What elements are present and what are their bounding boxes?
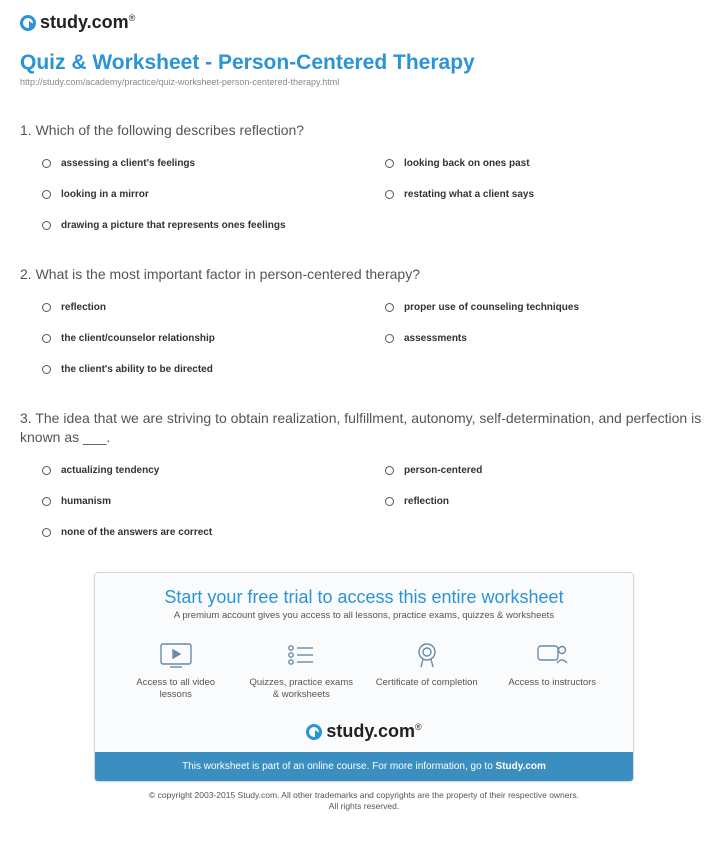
q2-option-b[interactable]: proper use of counseling techniques [385, 302, 708, 313]
question-1: 1. Which of the following describes refl… [20, 121, 708, 231]
cta-feature-certificate: Certificate of completion [372, 641, 482, 702]
cta-feature-text: Quizzes, practice exams & worksheets [246, 677, 356, 702]
logo-text: study.com® [40, 12, 135, 33]
q1-option-c[interactable]: looking in a mirror [42, 189, 365, 200]
question-2-options: reflection proper use of counseling tech… [20, 302, 708, 375]
logo-play-icon [306, 724, 322, 740]
q3-option-b[interactable]: person-centered [385, 465, 708, 476]
radio-icon [42, 466, 51, 475]
list-check-icon [283, 641, 319, 669]
radio-icon [42, 159, 51, 168]
q3-option-d[interactable]: reflection [385, 496, 708, 507]
radio-icon [42, 334, 51, 343]
radio-icon [42, 365, 51, 374]
cta-features: Access to all video lessons Quizzes, pra… [95, 635, 633, 716]
question-text: 3. The idea that we are striving to obta… [20, 409, 708, 447]
cta-feature-quizzes: Quizzes, practice exams & worksheets [246, 641, 356, 702]
q1-option-b[interactable]: looking back on ones past [385, 158, 708, 169]
cta-feature-text: Certificate of completion [376, 677, 478, 689]
q1-option-e[interactable]: drawing a picture that represents ones f… [42, 220, 708, 231]
question-1-options: assessing a client's feelings looking ba… [20, 158, 708, 231]
q3-option-a[interactable]: actualizing tendency [42, 465, 365, 476]
q3-option-c[interactable]: humanism [42, 496, 365, 507]
q2-option-c[interactable]: the client/counselor relationship [42, 333, 365, 344]
cta-title: Start your free trial to access this ent… [95, 573, 633, 610]
cta-feature-text: Access to all video lessons [121, 677, 231, 702]
q2-option-d[interactable]: assessments [385, 333, 708, 344]
page-url: http://study.com/academy/practice/quiz-w… [20, 77, 708, 87]
cta-box: Start your free trial to access this ent… [94, 572, 634, 783]
radio-icon [385, 466, 394, 475]
radio-icon [385, 190, 394, 199]
radio-icon [385, 303, 394, 312]
cta-banner-link[interactable]: Study.com [496, 761, 546, 772]
q3-option-e[interactable]: none of the answers are correct [42, 527, 708, 538]
question-3-options: actualizing tendency person-centered hum… [20, 465, 708, 538]
instructor-icon [534, 641, 570, 669]
q1-option-d[interactable]: restating what a client says [385, 189, 708, 200]
site-logo: study.com® [20, 12, 708, 33]
cta-feature-text: Access to instructors [508, 677, 596, 689]
question-3: 3. The idea that we are striving to obta… [20, 409, 708, 538]
q1-option-a[interactable]: assessing a client's feelings [42, 158, 365, 169]
question-2: 2. What is the most important factor in … [20, 265, 708, 375]
radio-icon [42, 528, 51, 537]
radio-icon [42, 221, 51, 230]
radio-icon [42, 303, 51, 312]
cta-logo: study.com® [95, 715, 633, 752]
radio-icon [42, 190, 51, 199]
radio-icon [42, 497, 51, 506]
radio-icon [385, 497, 394, 506]
video-icon [158, 641, 194, 669]
q2-option-a[interactable]: reflection [42, 302, 365, 313]
cta-subtitle: A premium account gives you access to al… [95, 610, 633, 635]
page-title: Quiz & Worksheet - Person-Centered Thera… [20, 51, 708, 75]
certificate-icon [409, 641, 445, 669]
question-text: 2. What is the most important factor in … [20, 265, 708, 284]
radio-icon [385, 159, 394, 168]
copyright: © copyright 2003-2015 Study.com. All oth… [20, 790, 708, 812]
logo-play-icon [20, 15, 36, 31]
radio-icon [385, 334, 394, 343]
question-text: 1. Which of the following describes refl… [20, 121, 708, 140]
cta-feature-video: Access to all video lessons [121, 641, 231, 702]
cta-banner: This worksheet is part of an online cour… [95, 752, 633, 781]
logo-text: study.com® [326, 721, 421, 742]
cta-feature-instructors: Access to instructors [497, 641, 607, 702]
q2-option-e[interactable]: the client's ability to be directed [42, 364, 708, 375]
